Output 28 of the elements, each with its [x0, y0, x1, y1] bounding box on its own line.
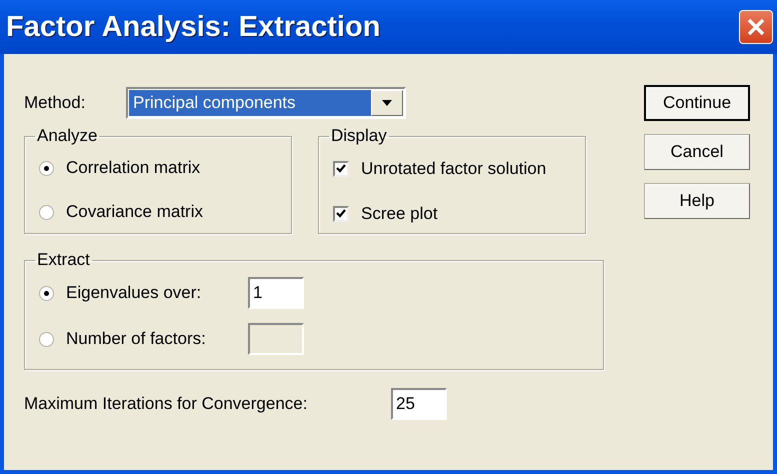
window-title: Factor Analysis: Extraction [6, 10, 380, 44]
max-iterations-label: Maximum Iterations for Convergence: [24, 394, 308, 414]
radio-label: Eigenvalues over: [66, 283, 202, 303]
dialog-button[interactable]: Help [644, 183, 750, 219]
number-field[interactable]: 1 [248, 277, 304, 309]
checkbox-label: Unrotated factor solution [361, 158, 546, 178]
group-title: Display [330, 126, 388, 146]
checkbox[interactable] [333, 206, 349, 222]
radio-button[interactable] [39, 286, 54, 300]
method-label: Method: [24, 93, 86, 113]
caret-icon [382, 100, 392, 106]
group-title: Extract [36, 250, 91, 270]
close-button[interactable] [739, 10, 773, 44]
close-icon [745, 16, 767, 38]
group-title: Analyze [36, 126, 98, 146]
dialog-button[interactable]: Cancel [644, 134, 750, 170]
radio-label: Number of factors: [66, 329, 207, 349]
checkbox-label: Scree plot [361, 204, 438, 224]
dialog-button[interactable]: Continue [644, 85, 750, 121]
max-iterations-field[interactable]: 25 [391, 388, 447, 420]
checkbox[interactable] [333, 160, 349, 176]
dropdown-arrow-button[interactable] [371, 90, 403, 116]
radio-label: Covariance matrix [66, 202, 203, 222]
radio-label: Correlation matrix [66, 158, 200, 178]
method-dropdown[interactable]: Principal components [126, 87, 406, 119]
dropdown-value: Principal components [129, 90, 371, 116]
radio-button[interactable] [39, 204, 54, 220]
radio-button[interactable] [39, 160, 54, 176]
